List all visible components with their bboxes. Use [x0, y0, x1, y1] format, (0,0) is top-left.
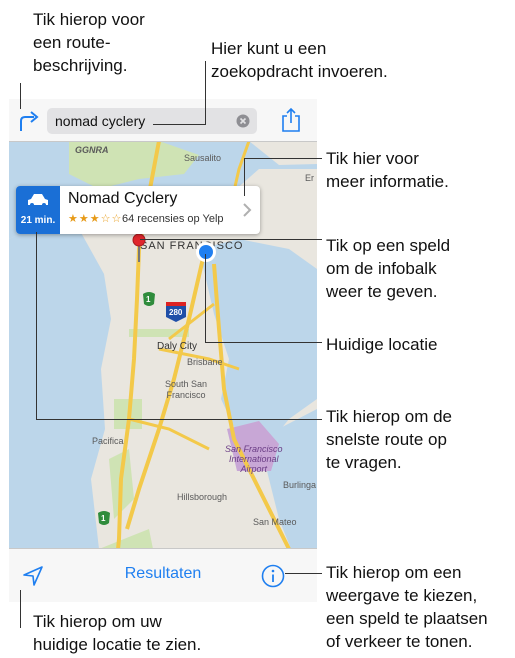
callout-location: Huidige locatie [326, 335, 438, 354]
map-label-daly-city: Daly City [157, 341, 198, 352]
map-label-hillsborough: Hillsborough [177, 492, 228, 502]
rating-stars: ★★★☆☆ [68, 213, 123, 225]
leader-route [20, 83, 21, 109]
maps-screen: GGNRA Sausalito Er SAN FRANCISCO Daly Ci… [9, 99, 317, 602]
share-icon[interactable] [280, 107, 302, 133]
top-bar: nomad cyclery [9, 99, 317, 142]
map-label-er: Er [305, 173, 314, 183]
callout-view: Tik hierop om een weergave te kiezen, ee… [326, 563, 488, 651]
info-card[interactable]: 21 min. Nomad Cyclery ★★★☆☆ 64 recensies… [16, 186, 260, 234]
map-pin[interactable] [132, 233, 146, 263]
route-shield-280: 280 [169, 308, 183, 317]
leader-pin [140, 239, 322, 240]
callout-fastest: Tik hierop om de snelste route op te vra… [326, 407, 452, 472]
review-count: 64 recensies op Yelp [122, 213, 224, 225]
map-label-south-sf: South San Francisco [165, 379, 208, 400]
chevron-right-icon[interactable] [242, 203, 252, 217]
callout-current: Tik hierop om uw huidige locatie te zien… [33, 612, 202, 654]
leader-info-h [244, 158, 322, 159]
leader-fastest-h [36, 419, 322, 420]
leader-search-h [153, 124, 206, 125]
current-location-dot [196, 242, 216, 262]
leader-info-v [244, 158, 245, 196]
map-label-airport: San Francisco International Airport [225, 444, 283, 474]
bottom-bar: Resultaten [9, 548, 317, 602]
callout-pin: Tik op een speld om de infobalk weer te … [326, 236, 451, 301]
leader-search [205, 61, 206, 124]
map-label-burlingame: Burlinga [283, 480, 317, 490]
callout-route: Tik hierop voor een route- beschrijving. [33, 10, 145, 75]
clear-icon[interactable] [236, 114, 250, 128]
leader-current [20, 590, 21, 628]
search-field[interactable]: nomad cyclery [47, 108, 257, 134]
search-input[interactable]: nomad cyclery [55, 113, 145, 129]
map-label-brisbane: Brisbane [187, 357, 223, 367]
eta-label: 21 min. [20, 215, 56, 226]
directions-eta-button[interactable]: 21 min. [16, 186, 60, 234]
route-shield-1-south: 1 [101, 514, 106, 523]
leader-view [285, 573, 322, 574]
leader-location-h [205, 342, 322, 343]
route-shield-1-north: 1 [146, 295, 151, 304]
map-label-san-francisco: SAN FRANCISCO [140, 240, 244, 252]
map-label-sausalito: Sausalito [184, 153, 222, 163]
info-icon[interactable] [261, 564, 285, 588]
map-label-ggnra: GGNRA [75, 145, 109, 155]
callout-search: Hier kunt u een zoekopdracht invoeren. [211, 39, 388, 81]
place-name: Nomad Cyclery [68, 190, 178, 207]
car-icon [28, 194, 48, 207]
callout-info: Tik hier voor meer informatie. [326, 149, 449, 191]
map-label-san-mateo: San Mateo [253, 517, 297, 527]
map-label-pacifica: Pacifica [92, 436, 124, 446]
leader-fastest-v [36, 232, 37, 420]
route-arrow-icon[interactable] [17, 109, 41, 133]
leader-location-v [205, 254, 206, 343]
